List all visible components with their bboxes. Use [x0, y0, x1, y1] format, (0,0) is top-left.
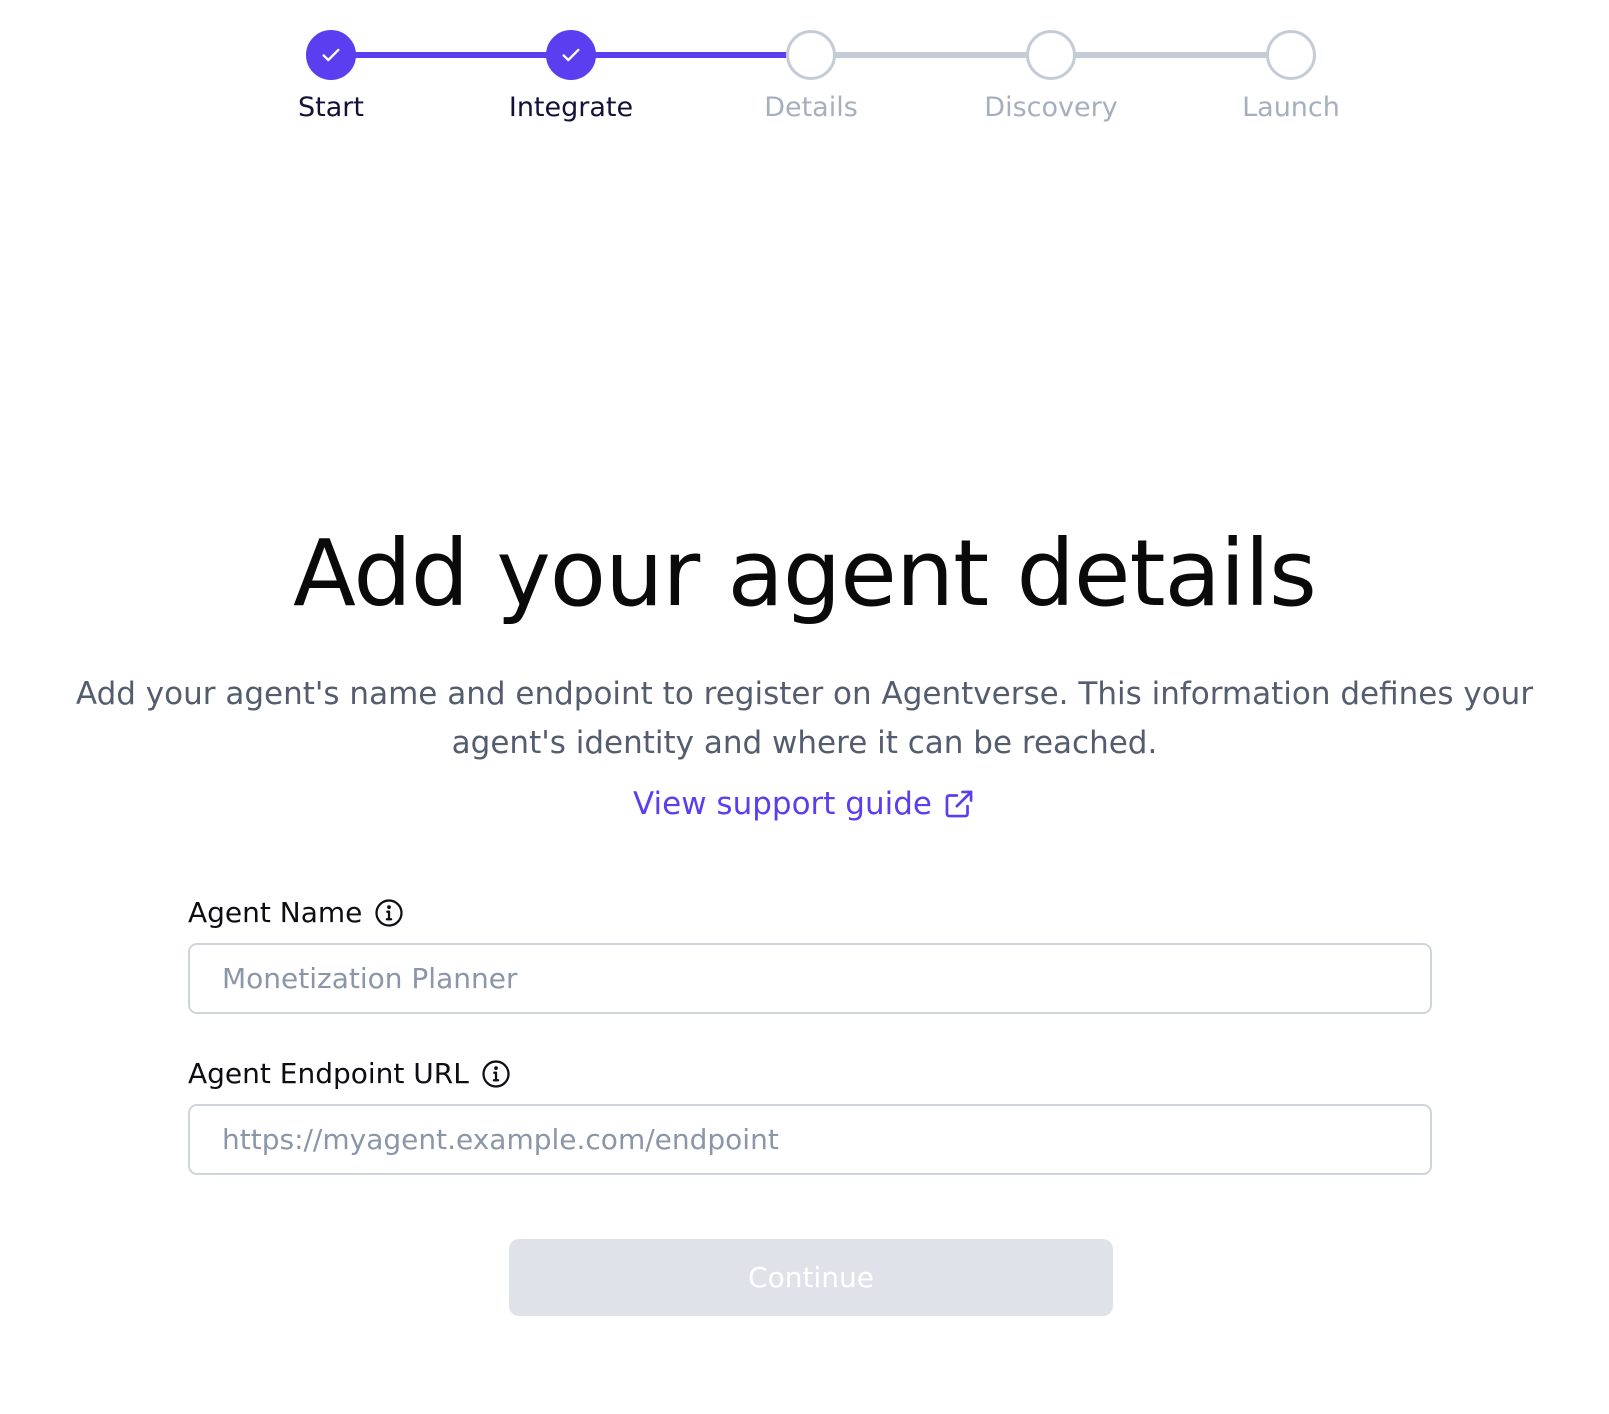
step-label: Launch: [1242, 92, 1340, 123]
support-guide-link[interactable]: View support guide: [0, 786, 1609, 822]
step-label: Discovery: [984, 92, 1118, 123]
agent-name-label-text: Agent Name: [188, 896, 363, 929]
step-circle: [306, 30, 356, 80]
check-icon: [562, 48, 580, 62]
page: Start Integrate Details Discovery Launch…: [0, 0, 1609, 1414]
external-link-icon: [942, 787, 976, 821]
page-description: Add your agent's name and endpoint to re…: [75, 676, 1534, 761]
step-circle: [786, 30, 836, 80]
step-start[interactable]: Start: [211, 30, 451, 123]
agent-endpoint-label: Agent Endpoint URL: [188, 1057, 511, 1090]
agent-endpoint-input[interactable]: [188, 1104, 1432, 1175]
progress-stepper: Start Integrate Details Discovery Launch: [0, 0, 1609, 150]
agent-endpoint-label-text: Agent Endpoint URL: [188, 1057, 469, 1090]
info-icon[interactable]: [481, 1059, 511, 1089]
step-label: Start: [298, 92, 364, 123]
support-guide-label: View support guide: [633, 786, 932, 822]
step-launch: Launch: [1171, 30, 1411, 123]
step-circle: [546, 30, 596, 80]
step-circle: [1266, 30, 1316, 80]
step-integrate[interactable]: Integrate: [451, 30, 691, 123]
step-details: Details: [691, 30, 931, 123]
check-icon: [322, 48, 340, 62]
agent-name-label: Agent Name: [188, 896, 404, 929]
step-discovery: Discovery: [931, 30, 1171, 123]
step-circle: [1026, 30, 1076, 80]
info-icon[interactable]: [374, 898, 404, 928]
agent-name-input[interactable]: [188, 943, 1432, 1014]
continue-button[interactable]: Continue: [509, 1239, 1113, 1316]
step-label: Details: [764, 92, 858, 123]
page-title: Add your agent details: [293, 520, 1317, 627]
step-label: Integrate: [508, 92, 634, 123]
